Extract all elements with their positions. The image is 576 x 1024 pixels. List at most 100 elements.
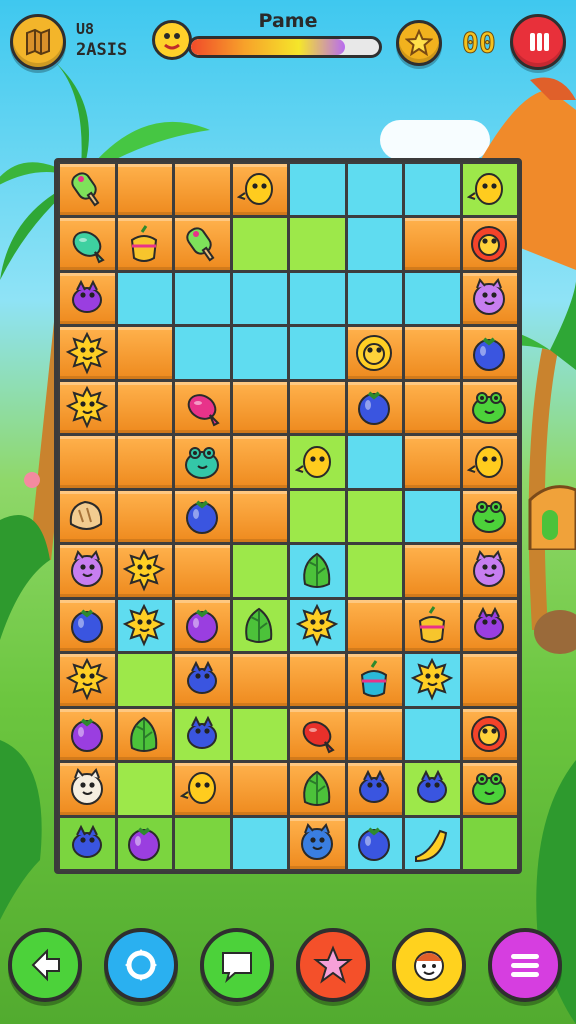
bird-icon[interactable]: [58, 816, 116, 870]
leaf-icon[interactable]: [116, 707, 174, 761]
board-cell[interactable]: [403, 216, 462, 272]
candy-icon[interactable]: [288, 707, 346, 761]
board-cell[interactable]: [403, 379, 462, 436]
frog-icon[interactable]: [173, 434, 231, 488]
character-button[interactable]: [392, 928, 466, 1002]
board-cell[interactable]: [230, 543, 289, 599]
bird-icon[interactable]: [346, 761, 404, 815]
board-cell[interactable]: [288, 216, 347, 272]
berry-icon[interactable]: [346, 816, 404, 870]
banana-icon[interactable]: [403, 816, 461, 870]
menu-button[interactable]: [488, 928, 562, 1002]
board-cell[interactable]: [288, 652, 347, 708]
board-cell[interactable]: [230, 761, 289, 817]
board-cell[interactable]: [58, 434, 117, 490]
frog-icon[interactable]: [461, 489, 519, 543]
pig-icon[interactable]: [461, 271, 519, 325]
sun-icon[interactable]: [58, 380, 116, 434]
leaf-icon[interactable]: [231, 598, 289, 652]
board-cell[interactable]: [173, 162, 232, 218]
board-cell[interactable]: [403, 706, 462, 763]
pot-icon[interactable]: [116, 216, 174, 270]
pot-icon[interactable]: [403, 598, 461, 652]
board-cell[interactable]: [345, 434, 404, 490]
board-cell[interactable]: [230, 325, 289, 381]
sunflower-icon[interactable]: [461, 707, 519, 761]
bird-icon[interactable]: [461, 598, 519, 652]
board-cell[interactable]: [230, 815, 289, 871]
pig-icon[interactable]: [58, 761, 116, 815]
refresh-button[interactable]: [104, 928, 178, 1002]
bird-icon[interactable]: [58, 271, 116, 325]
board-cell[interactable]: [115, 434, 174, 490]
board-cell[interactable]: [345, 488, 404, 545]
popsicle-icon[interactable]: [173, 216, 231, 270]
chick-icon[interactable]: [173, 761, 231, 815]
popsicle-icon[interactable]: [58, 162, 116, 216]
board-cell[interactable]: [230, 652, 289, 708]
sun-icon[interactable]: [116, 598, 174, 652]
board-cell[interactable]: [230, 488, 289, 545]
board-cell[interactable]: [230, 216, 289, 272]
board-cell[interactable]: [460, 815, 519, 871]
berry-icon[interactable]: [58, 598, 116, 652]
berry-icon[interactable]: [173, 598, 231, 652]
board-cell[interactable]: [460, 652, 519, 708]
board-cell[interactable]: [173, 325, 232, 381]
board-cell[interactable]: [403, 162, 462, 218]
sun-icon[interactable]: [403, 652, 461, 706]
candy-icon[interactable]: [173, 380, 231, 434]
board-cell[interactable]: [230, 434, 289, 490]
board-cell[interactable]: [115, 761, 174, 817]
chat-button[interactable]: [200, 928, 274, 1002]
sun-icon[interactable]: [288, 598, 346, 652]
board-cell[interactable]: [345, 162, 404, 218]
board-cell[interactable]: [230, 706, 289, 763]
berry-icon[interactable]: [346, 380, 404, 434]
board-cell[interactable]: [403, 543, 462, 599]
leaf-icon[interactable]: [288, 543, 346, 597]
board-cell[interactable]: [403, 325, 462, 381]
board-cell[interactable]: [288, 325, 347, 381]
map-button[interactable]: [10, 14, 66, 70]
star-button[interactable]: [396, 20, 442, 66]
leaf-icon[interactable]: [288, 761, 346, 815]
sun-icon[interactable]: [58, 652, 116, 706]
berry-icon[interactable]: [461, 325, 519, 379]
berry-icon[interactable]: [116, 816, 174, 870]
frog-icon[interactable]: [461, 761, 519, 815]
back-button[interactable]: [8, 928, 82, 1002]
board-cell[interactable]: [345, 597, 404, 654]
sunflower-icon[interactable]: [346, 325, 404, 379]
board-cell[interactable]: [288, 270, 347, 327]
bird-icon[interactable]: [173, 707, 231, 761]
pig-icon[interactable]: [461, 543, 519, 597]
board-cell[interactable]: [115, 488, 174, 545]
pig-icon[interactable]: [288, 816, 346, 870]
bird-icon[interactable]: [173, 652, 231, 706]
board-cell[interactable]: [345, 216, 404, 272]
bread-icon[interactable]: [58, 489, 116, 543]
board-cell[interactable]: [115, 379, 174, 436]
board-cell[interactable]: [230, 270, 289, 327]
sun-icon[interactable]: [58, 325, 116, 379]
board-cell[interactable]: [115, 325, 174, 381]
bird-icon[interactable]: [403, 761, 461, 815]
board-cell[interactable]: [115, 652, 174, 708]
board-cell[interactable]: [403, 434, 462, 490]
board-cell[interactable]: [288, 488, 347, 545]
pig-icon[interactable]: [58, 543, 116, 597]
sunflower-icon[interactable]: [461, 216, 519, 270]
board-cell[interactable]: [345, 270, 404, 327]
board-cell[interactable]: [288, 162, 347, 218]
sun-icon[interactable]: [116, 543, 174, 597]
board-cell[interactable]: [230, 379, 289, 436]
chick-icon[interactable]: [461, 434, 519, 488]
board-cell[interactable]: [403, 488, 462, 545]
frog-icon[interactable]: [461, 380, 519, 434]
board-cell[interactable]: [115, 270, 174, 327]
chick-icon[interactable]: [288, 434, 346, 488]
chick-icon[interactable]: [231, 162, 289, 216]
pause-button[interactable]: [510, 14, 566, 70]
board-cell[interactable]: [345, 706, 404, 763]
